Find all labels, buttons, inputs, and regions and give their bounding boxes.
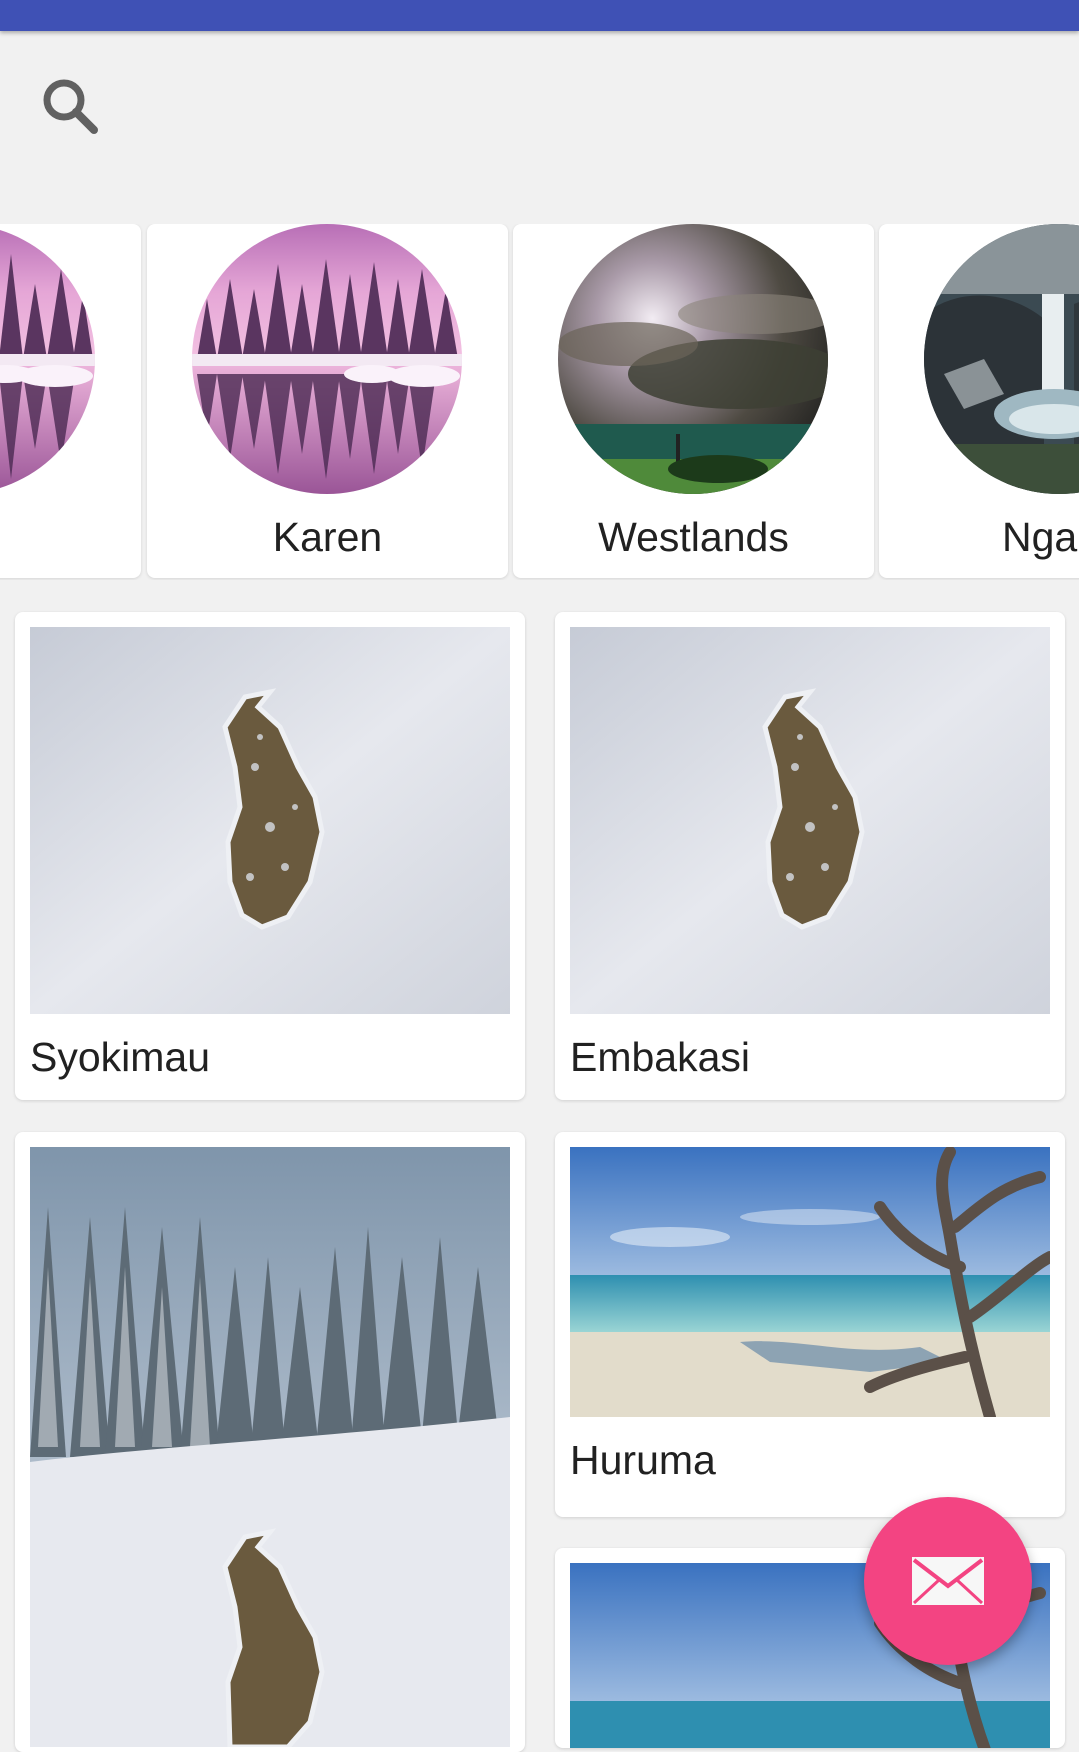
place-card-syokimau[interactable]: Syokimau — [15, 612, 525, 1100]
place-image — [570, 627, 1050, 1014]
place-label: Huruma — [570, 1437, 716, 1483]
category-carousel[interactable]: ai — [0, 224, 1079, 580]
category-card-westlands[interactable]: Westlands — [513, 224, 874, 578]
category-image — [192, 224, 462, 494]
status-bar — [0, 0, 1079, 31]
place-card-huruma[interactable]: Huruma — [555, 1132, 1065, 1517]
place-card-forest[interactable] — [15, 1132, 525, 1752]
category-label: Nga — [1002, 514, 1078, 560]
category-image — [924, 224, 1079, 494]
search-icon — [43, 79, 98, 134]
compose-mail-button[interactable] — [864, 1497, 1032, 1665]
place-card-embakasi[interactable]: Embakasi — [555, 612, 1065, 1100]
place-label: Syokimau — [30, 1034, 211, 1080]
category-label: Karen — [272, 514, 383, 560]
category-image — [558, 224, 828, 494]
category-label: Westlands — [598, 514, 789, 560]
category-label: ai — [0, 514, 141, 561]
category-image — [0, 224, 95, 494]
place-label: Embakasi — [570, 1034, 751, 1080]
place-image — [30, 1147, 510, 1747]
place-image — [30, 627, 510, 1014]
category-card-karen[interactable]: Karen — [147, 224, 508, 578]
search-button[interactable] — [38, 74, 104, 140]
category-card-0[interactable]: ai — [0, 224, 141, 578]
category-card-nga[interactable]: Nga — [879, 224, 1079, 578]
mail-icon — [912, 1557, 984, 1605]
place-image — [570, 1147, 1050, 1417]
